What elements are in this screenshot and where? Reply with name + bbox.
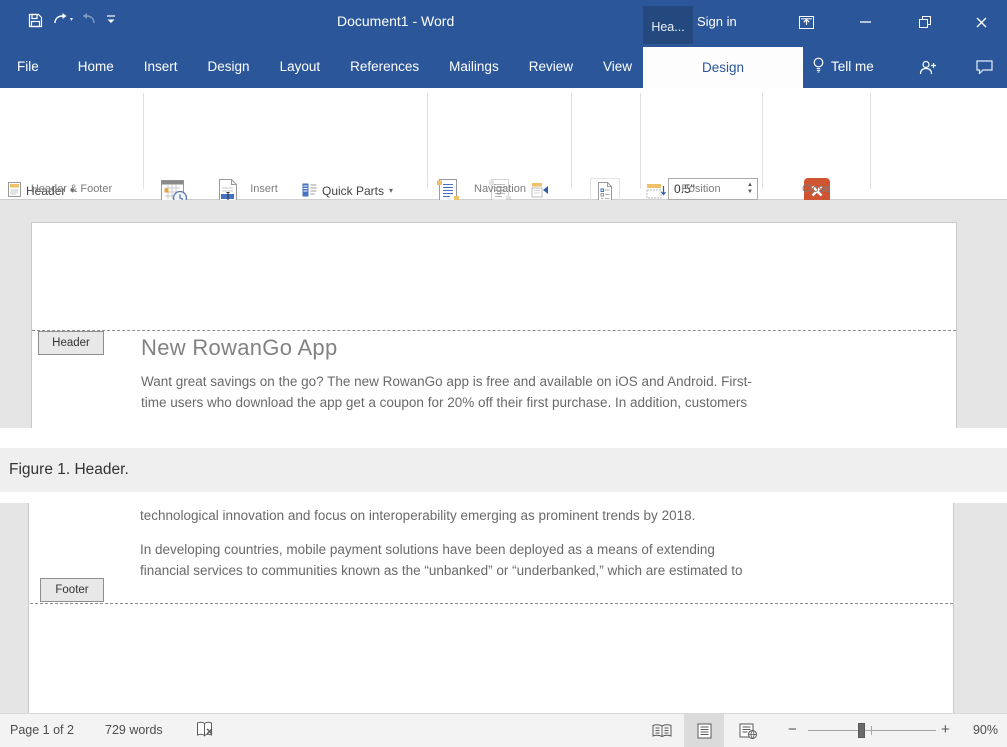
tab-layout[interactable]: Layout <box>265 44 336 88</box>
restore-window-icon[interactable] <box>912 10 938 34</box>
document-header-text-line[interactable]: time users who download the app get a co… <box>141 395 747 410</box>
header-tag: Header <box>38 331 104 355</box>
zoom-slider-track[interactable] <box>808 730 936 731</box>
group-divider <box>571 93 572 189</box>
lightbulb-icon <box>812 57 825 76</box>
chevron-down-icon: ▾ <box>389 187 393 195</box>
document-body-text-line[interactable]: technological innovation and focus on in… <box>140 508 695 523</box>
save-icon[interactable] <box>24 8 46 32</box>
tab-mailings[interactable]: Mailings <box>434 44 514 88</box>
redo-icon <box>78 8 100 32</box>
header-boundary-dashed-line <box>32 330 956 331</box>
document-header-title[interactable]: New RowanGo App <box>141 335 338 361</box>
sign-in-link[interactable]: Sign in <box>697 14 737 29</box>
zoom-slider-thumb[interactable] <box>858 723 865 738</box>
document-body-text-line[interactable]: In developing countries, mobile payment … <box>140 542 715 557</box>
document-canvas-footer: technological innovation and focus on in… <box>0 503 1007 713</box>
tab-references[interactable]: References <box>335 44 434 88</box>
group-label-close: Close <box>763 183 869 195</box>
tab-view[interactable]: View <box>588 44 647 88</box>
tab-review[interactable]: Review <box>514 44 588 88</box>
group-divider <box>427 93 428 189</box>
ribbon-display-options-icon[interactable] <box>793 10 819 34</box>
contextual-tab-group-header: Hea... <box>643 6 693 47</box>
undo-icon[interactable] <box>49 8 77 32</box>
group-divider <box>640 93 641 189</box>
title-bar: Document1 - Word Hea... Sign in <box>0 0 1007 44</box>
group-divider <box>762 93 763 189</box>
tell-me-label: Tell me <box>831 59 874 74</box>
page-indicator[interactable]: Page 1 of 2 <box>10 723 74 737</box>
tell-me-box[interactable]: Tell me <box>812 44 874 88</box>
group-label-insert: Insert <box>144 183 384 195</box>
document-header-text-line[interactable]: Want great savings on the go? The new Ro… <box>141 374 752 389</box>
tab-file[interactable]: File <box>2 44 63 88</box>
group-label-header-footer: Header & Footer <box>0 183 143 195</box>
close-window-icon[interactable] <box>968 10 994 34</box>
word-count[interactable]: 729 words <box>105 723 163 737</box>
tab-design[interactable]: Design <box>193 44 265 88</box>
zoom-out-icon[interactable]: − <box>788 722 797 737</box>
group-label-position: Position <box>641 183 761 195</box>
group-divider <box>870 93 871 189</box>
customize-quick-access-icon[interactable] <box>100 8 122 32</box>
comment-icon[interactable] <box>972 56 996 78</box>
zoom-slider-center-tick <box>871 726 872 735</box>
read-mode-view-icon[interactable] <box>642 714 682 747</box>
tab-header-footer-tools-design[interactable]: Design <box>643 47 803 88</box>
web-layout-view-icon[interactable] <box>728 714 768 747</box>
figure-caption: Figure 1. Header. <box>9 461 129 479</box>
document-canvas-header: Header New RowanGo App Want great saving… <box>0 200 1007 428</box>
share-person-icon[interactable] <box>916 56 940 78</box>
page-margin-gray-right <box>953 503 1007 713</box>
group-divider <box>143 93 144 189</box>
ribbon: Header ▾ Footer ▾ # Page Number ▾ Header… <box>0 88 1007 200</box>
footer-tag: Footer <box>40 578 104 602</box>
zoom-in-icon[interactable]: + <box>941 722 950 737</box>
tab-insert[interactable]: Insert <box>129 44 193 88</box>
group-label-navigation: Navigation <box>405 183 595 195</box>
print-layout-view-icon[interactable] <box>684 714 724 747</box>
document-body-text-line[interactable]: financial services to communities known … <box>140 563 743 578</box>
tab-home[interactable]: Home <box>63 44 129 88</box>
window-title: Document1 - Word <box>337 13 454 29</box>
page-margin-gray-left <box>0 503 29 713</box>
figure-caption-band: Figure 1. Header. <box>0 448 1007 492</box>
status-bar: Page 1 of 2 729 words − + 90% <box>0 713 1007 747</box>
proofing-errors-icon[interactable] <box>196 721 215 741</box>
footer-boundary-dashed-line <box>30 603 953 604</box>
zoom-level[interactable]: 90% <box>962 723 998 737</box>
minimize-icon[interactable] <box>852 10 878 34</box>
document-page[interactable]: Header New RowanGo App Want great saving… <box>31 222 957 428</box>
